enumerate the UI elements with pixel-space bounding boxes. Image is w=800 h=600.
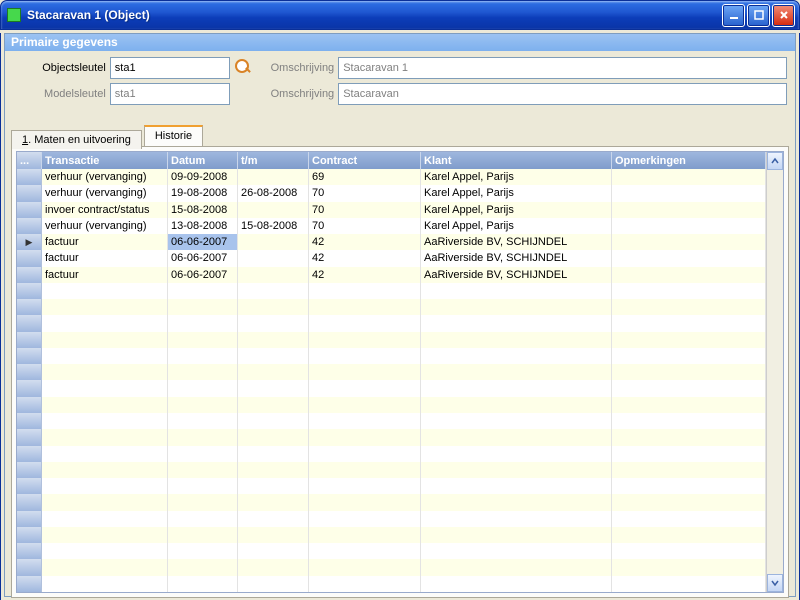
table-row[interactable]	[17, 478, 766, 494]
tab-panel-historie: ... Transactie Datum t/m Contract Klant …	[11, 146, 789, 598]
history-grid: ... Transactie Datum t/m Contract Klant …	[16, 151, 784, 593]
table-row[interactable]: factuur06-06-200742AaRiverside BV, SCHIJ…	[17, 250, 766, 266]
col-klant[interactable]: Klant	[421, 152, 612, 169]
table-row[interactable]	[17, 348, 766, 364]
table-row[interactable]	[17, 576, 766, 592]
omschrijving1-field	[338, 57, 787, 79]
col-opmerkingen[interactable]: Opmerkingen	[612, 152, 766, 169]
table-row[interactable]	[17, 283, 766, 299]
table-row[interactable]	[17, 364, 766, 380]
table-row[interactable]	[17, 397, 766, 413]
close-button[interactable]	[772, 4, 795, 27]
col-indicator[interactable]: ...	[17, 152, 42, 169]
table-row[interactable]	[17, 462, 766, 478]
tab-historie[interactable]: Historie	[144, 125, 203, 146]
objectsleutel-field[interactable]	[110, 57, 230, 79]
group-header: Primaire gegevens	[5, 34, 795, 51]
omschrijving2-field	[338, 83, 787, 105]
table-row[interactable]	[17, 446, 766, 462]
table-row[interactable]: verhuur (vervanging)13-08-200815-08-2008…	[17, 218, 766, 234]
close-icon	[779, 10, 789, 20]
table-row[interactable]	[17, 494, 766, 510]
table-row[interactable]	[17, 299, 766, 315]
maximize-icon	[754, 10, 764, 20]
table-row[interactable]	[17, 332, 766, 348]
col-datum[interactable]: Datum	[168, 152, 238, 169]
minimize-button[interactable]	[722, 4, 745, 27]
table-row[interactable]: verhuur (vervanging)19-08-200826-08-2008…	[17, 185, 766, 201]
grid-vertical-scrollbar[interactable]	[766, 152, 783, 592]
table-row[interactable]: factuur06-06-200742AaRiverside BV, SCHIJ…	[17, 234, 766, 250]
minimize-icon	[729, 10, 739, 20]
table-row[interactable]: invoer contract/status15-08-200870Karel …	[17, 202, 766, 218]
chevron-up-icon	[771, 157, 779, 165]
window-titlebar[interactable]: Stacaravan 1 (Object)	[0, 0, 800, 30]
objectsleutel-label: Objectsleutel	[13, 62, 110, 74]
col-tm[interactable]: t/m	[238, 152, 309, 169]
table-row[interactable]	[17, 429, 766, 445]
table-row[interactable]	[17, 315, 766, 331]
app-icon	[7, 8, 21, 22]
scroll-down-button[interactable]	[767, 574, 783, 592]
tab-maten-en-uitvoering[interactable]: 1. Maten en uitvoering	[11, 130, 142, 149]
table-row[interactable]	[17, 413, 766, 429]
table-row[interactable]: factuur06-06-200742AaRiverside BV, SCHIJ…	[17, 267, 766, 283]
table-row[interactable]	[17, 543, 766, 559]
chevron-down-icon	[771, 579, 779, 587]
window-title: Stacaravan 1 (Object)	[27, 8, 720, 22]
col-transactie[interactable]: Transactie	[42, 152, 168, 169]
scroll-up-button[interactable]	[767, 152, 783, 170]
table-row[interactable]	[17, 527, 766, 543]
table-row[interactable]: verhuur (vervanging)09-09-200869Karel Ap…	[17, 169, 766, 185]
table-row[interactable]	[17, 559, 766, 575]
omschrijving1-label: Omschrijving	[257, 62, 338, 74]
modelsleutel-label: Modelsleutel	[13, 88, 110, 100]
form-area: Objectsleutel Omschrijving Modelsleutel …	[5, 51, 795, 119]
tabstrip: 1. Maten en uitvoering Historie	[11, 125, 789, 146]
table-row[interactable]	[17, 380, 766, 396]
table-row[interactable]	[17, 511, 766, 527]
col-contract[interactable]: Contract	[309, 152, 421, 169]
omschrijving2-label: Omschrijving	[257, 88, 338, 100]
maximize-button[interactable]	[747, 4, 770, 27]
search-icon[interactable]	[235, 59, 251, 75]
scroll-track[interactable]	[767, 170, 783, 574]
modelsleutel-field	[110, 83, 230, 105]
